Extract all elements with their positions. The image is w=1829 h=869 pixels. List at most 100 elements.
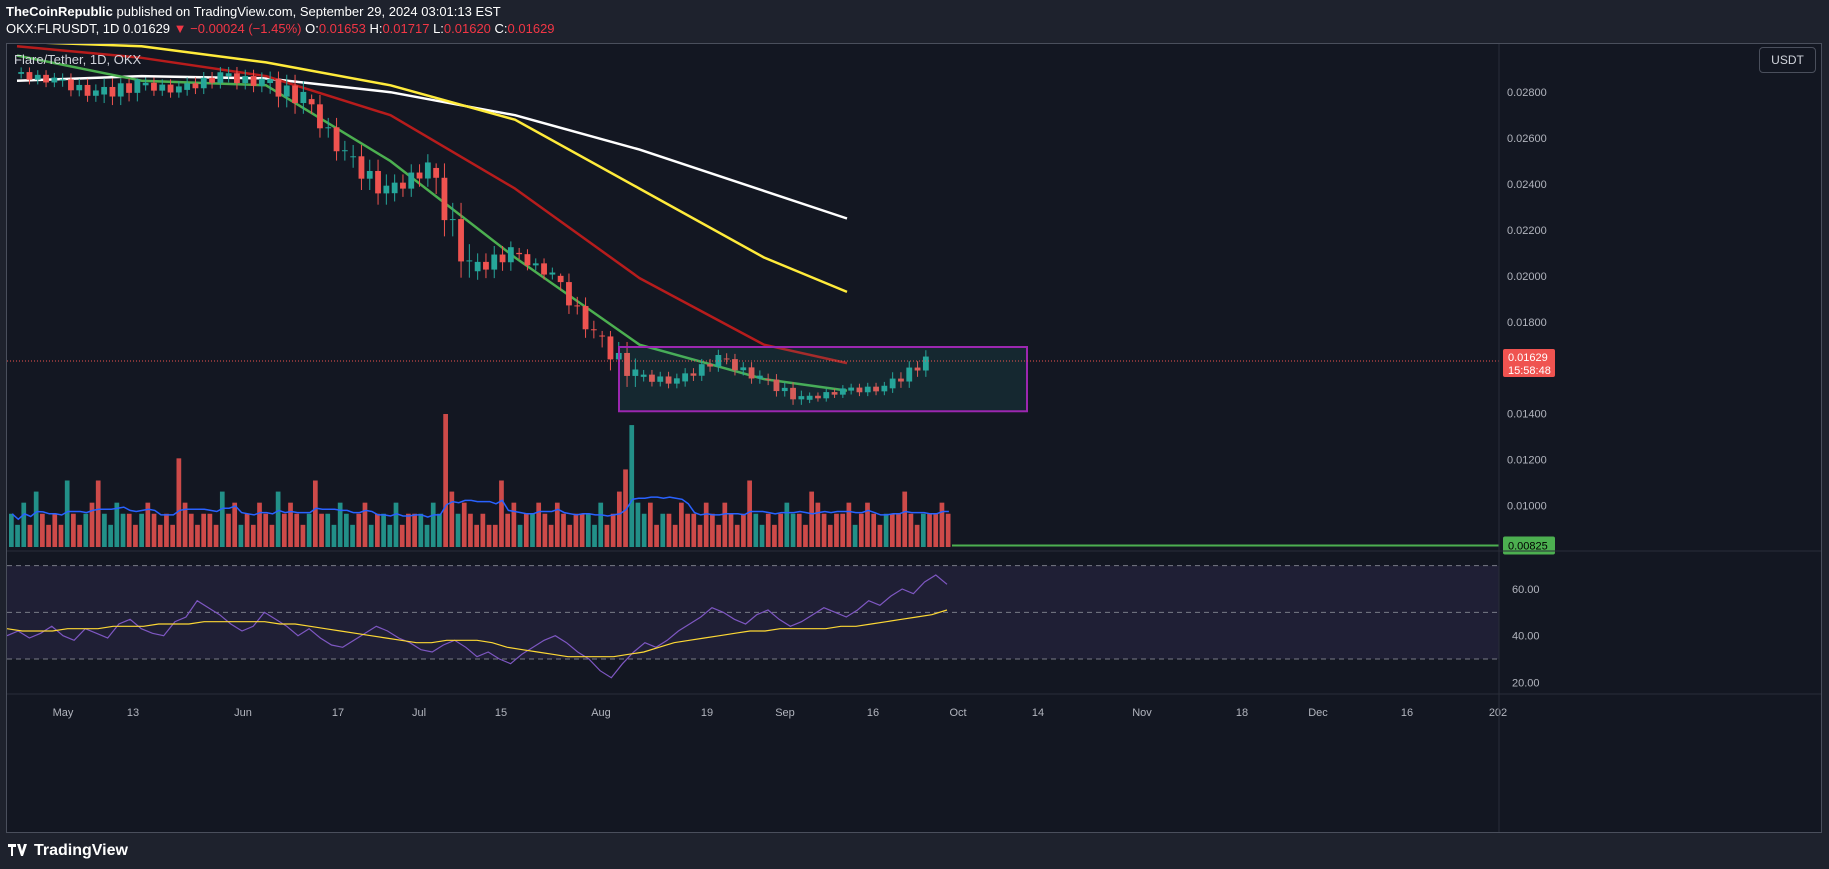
volume-bar — [821, 513, 827, 547]
candle-body — [267, 79, 274, 84]
volume-bar — [858, 513, 864, 547]
candle-body — [76, 84, 83, 91]
price-axis-label: 0.01800 — [1507, 317, 1547, 329]
volume-bar — [530, 513, 535, 547]
volume-bar — [728, 513, 734, 547]
low-value: 0.01620 — [443, 21, 491, 36]
volume-bar — [654, 524, 659, 547]
volume-bar — [139, 513, 144, 547]
volume-bar — [945, 513, 951, 547]
candle-body — [200, 77, 207, 89]
x-axis-label: 19 — [701, 707, 713, 719]
rsi-band-fill — [7, 565, 1499, 659]
volume-bar — [765, 513, 771, 547]
x-axis-label: 16 — [1401, 707, 1413, 719]
volume-bar — [362, 502, 368, 547]
volume-bar — [486, 524, 492, 547]
volume-bar — [375, 513, 380, 547]
publisher-name[interactable]: TheCoinRepublic — [6, 4, 113, 19]
symbol-label[interactable]: OKX:FLRUSDT, 1D — [6, 21, 119, 36]
volume-bar — [77, 524, 82, 547]
price-chart[interactable]: 0.02800 0.02600 0.02400 0.02200 0.02000 0.018… — [7, 44, 1821, 832]
volume-bar — [616, 491, 622, 547]
candle-body — [408, 172, 415, 189]
candle-body — [167, 84, 174, 93]
candle-body — [590, 329, 597, 331]
candle-body — [192, 83, 199, 89]
volume-bar — [89, 502, 95, 547]
volume-bar — [406, 513, 411, 547]
candle-body — [175, 86, 182, 93]
open-value: 0.01653 — [318, 21, 366, 36]
volume-bar — [188, 513, 194, 547]
x-axis-label: Jul — [412, 707, 426, 719]
candle-body — [68, 79, 74, 91]
candle-body — [466, 260, 473, 262]
volume-bar — [263, 513, 269, 547]
volume-bar — [784, 502, 790, 547]
volume-bar — [294, 513, 300, 547]
chart-frame[interactable]: 0.02800 0.02600 0.02400 0.02200 0.02000 0.018… — [6, 43, 1822, 833]
currency-button[interactable]: USDT — [1759, 47, 1816, 73]
volume-bar — [685, 513, 690, 547]
volume-bar — [430, 502, 436, 547]
volume-bar — [815, 502, 821, 547]
volume-bar — [889, 513, 895, 547]
volume-bar — [567, 524, 573, 547]
volume-bar — [679, 502, 684, 547]
candle-body — [557, 275, 564, 283]
candle-body — [283, 85, 290, 97]
volume-bar — [281, 513, 287, 547]
volume-bar — [734, 524, 740, 547]
candle-body — [424, 162, 431, 179]
x-axis-label: Nov — [1132, 707, 1152, 719]
volume-bar — [381, 513, 386, 547]
tradingview-logo[interactable]: TradingView — [8, 842, 128, 860]
consolidation-box — [618, 346, 1028, 413]
x-axis-label: Jun — [234, 707, 252, 719]
volume-bar — [151, 513, 157, 547]
volume-bar — [666, 513, 672, 547]
brand-name: TradingView — [34, 842, 128, 859]
candle-body — [92, 90, 99, 96]
volume-bar — [629, 425, 635, 547]
candle-body — [341, 150, 348, 152]
volume-bar — [319, 513, 324, 547]
candle-body — [84, 84, 91, 96]
volume-bar — [747, 480, 752, 547]
chart-title: Flare/Tether, 1D, OKX — [14, 52, 142, 67]
x-axis-label: 17 — [332, 707, 344, 719]
volume-bar — [207, 513, 213, 547]
volume-bar — [418, 513, 424, 547]
volume-bar — [480, 513, 486, 547]
volume-bar — [517, 524, 523, 547]
volume-bar — [846, 502, 852, 547]
candle-body — [416, 172, 423, 179]
volume-bar — [331, 524, 337, 547]
price-axis-label: 0.01400 — [1507, 409, 1547, 421]
volume-bar — [33, 491, 39, 547]
close-value: 0.01629 — [507, 21, 555, 36]
volume-bar — [157, 524, 163, 547]
volume-bar — [325, 513, 331, 547]
volume-bar — [288, 502, 293, 547]
x-axis-label: May — [53, 707, 74, 719]
rsi-axis-label: 20.00 — [1512, 677, 1540, 689]
symbol-info: OKX:FLRUSDT, 1D 0.01629 ▼ −0.00024 (−1.4… — [6, 21, 555, 36]
candle-body — [574, 305, 581, 307]
volume-bar — [170, 524, 176, 547]
candle-body — [358, 156, 365, 179]
volume-bar — [368, 524, 374, 547]
volume-bar — [741, 513, 746, 547]
high-label: H: — [369, 21, 383, 36]
countdown-label: 15:58:48 — [1508, 365, 1551, 377]
volume-bar — [393, 502, 399, 547]
candle-body — [524, 254, 531, 266]
tradingview-logo-icon — [8, 843, 28, 860]
volume-bar — [877, 524, 883, 547]
price-axis-label: 0.02400 — [1507, 179, 1547, 191]
volume-bar — [244, 513, 250, 547]
volume-bar — [201, 513, 207, 547]
volume-bar — [71, 513, 76, 547]
volume-bar — [269, 524, 275, 547]
